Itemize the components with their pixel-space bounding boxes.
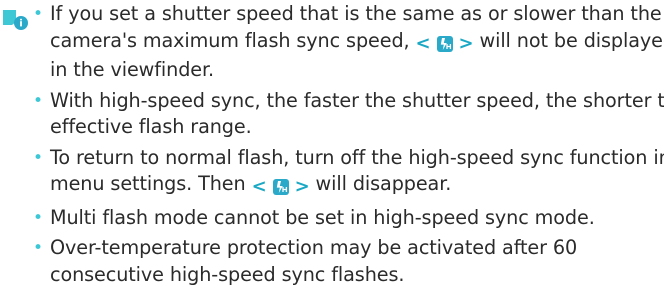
note-5-line-1: Over-temperature protection may be activ… [50,236,577,259]
high-speed-sync-icon [273,179,289,195]
note-item: • To return to normal flash, turn off th… [31,145,663,201]
symbol-close: > [295,174,310,201]
high-speed-sync-icon [437,36,453,52]
note-5-line-2: consecutive high-speed sync flashes. [50,263,404,286]
note-item: • Multi flash mode cannot be set in high… [31,205,663,232]
high-speed-sync-symbol: <> [252,174,310,201]
bullet: • [33,1,43,28]
symbol-close: > [459,31,474,58]
bullet: • [33,235,43,262]
note-1-line-2b: will not be displayed [474,29,664,52]
bullet: • [33,205,43,232]
note-3-line-2b: will disappear. [310,172,452,195]
note-item: • If you set a shutter speed that is the… [31,1,663,84]
note-1-line-2: camera's maximum flash sync speed, [50,29,416,52]
symbol-open: < [252,174,267,201]
note-info-icon [1,9,29,31]
note-list: • If you set a shutter speed that is the… [31,1,663,292]
note-item: • With high-speed sync, the faster the s… [31,88,663,141]
symbol-open: < [416,31,431,58]
note-1-line-3: in the viewfinder. [50,58,214,81]
note-4-line-1: Multi flash mode cannot be set in high-s… [50,206,595,229]
note-3-line-1: To return to normal flash, turn off the … [50,146,664,169]
bullet: • [33,145,43,172]
note-1-line-1: If you set a shutter speed that is the s… [50,2,662,25]
note-3-line-2: menu settings. Then [50,172,252,195]
note-item: • Over-temperature protection may be act… [31,235,663,288]
note-2-line-2: effective flash range. [50,115,252,138]
bullet: • [33,88,43,115]
note-2-line-1: With high-speed sync, the faster the shu… [50,89,664,112]
high-speed-sync-symbol: <> [416,31,474,58]
